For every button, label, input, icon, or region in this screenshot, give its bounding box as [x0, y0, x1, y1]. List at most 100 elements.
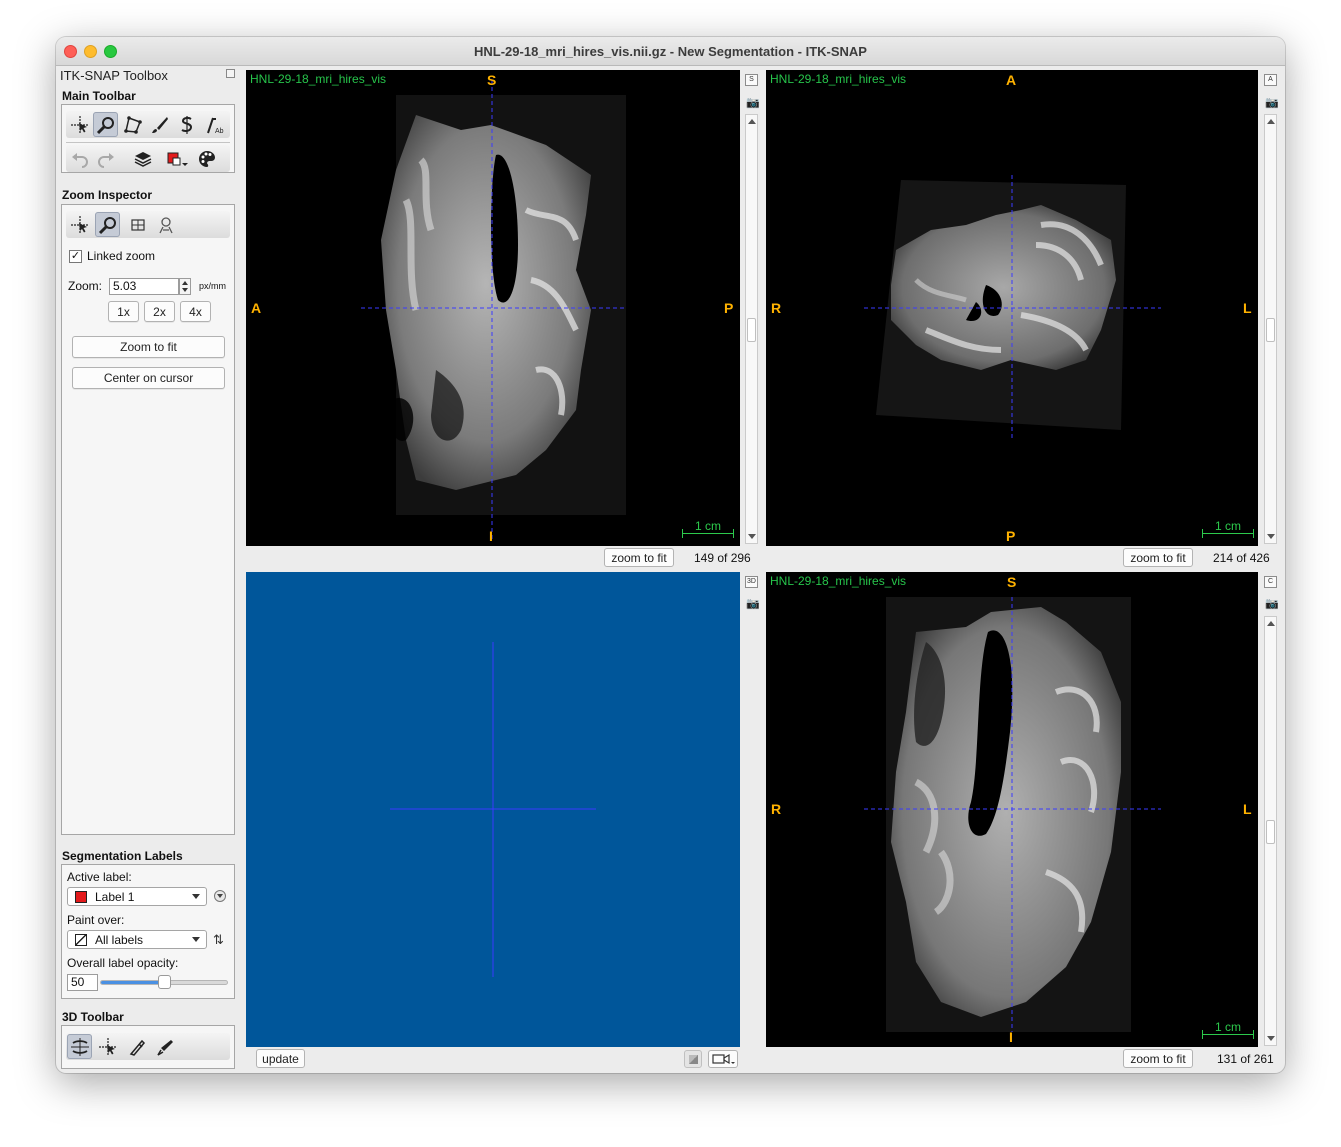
render-3d-update-button[interactable]: update [256, 1049, 305, 1068]
sagittal-camera-icon[interactable]: 📷 [746, 98, 760, 109]
scroll-up-icon[interactable] [748, 119, 756, 124]
snake-tool-icon[interactable] [174, 112, 199, 137]
zoom-value-input[interactable]: 5.03 [109, 278, 179, 295]
chevron-down-icon [192, 894, 200, 899]
crosshair-3d-overlay [390, 642, 596, 977]
stepper-down-icon[interactable] [182, 288, 188, 292]
sagittal-view[interactable]: HNL-29-18_mri_hires_vis S I A P 1 cm [246, 70, 740, 546]
annotation-tool-icon[interactable]: Ab [201, 112, 226, 137]
undo-icon[interactable] [67, 146, 92, 171]
opacity-slider-handle[interactable] [158, 975, 171, 989]
coronal-view[interactable]: HNL-29-18_mri_hires_vis S I R L 1 cm [766, 572, 1258, 1047]
axial-slice-scrollbar[interactable] [1264, 114, 1277, 544]
coronal-slice-image [864, 597, 1161, 1032]
coronal-camera-icon[interactable]: 📷 [1265, 599, 1279, 610]
sagittal-zoom-to-fit-button[interactable]: zoom to fit [604, 548, 674, 567]
crosshair-mode-icon[interactable] [67, 212, 92, 237]
all-labels-swatch [75, 934, 87, 946]
linked-zoom-label: Linked zoom [87, 249, 156, 263]
scroll-down-icon[interactable] [1267, 1036, 1275, 1041]
itk-snap-window: HNL-29-18_mri_hires_vis.nii.gz - New Seg… [56, 37, 1285, 1073]
coronal-slice-scrollbar[interactable] [1264, 616, 1277, 1046]
render-3d-camera-icon[interactable]: 📷 [746, 599, 760, 610]
paint-over-value: All labels [95, 933, 144, 947]
sagittal-view-mode-button[interactable]: S [745, 74, 758, 86]
axial-scale-label: 1 cm [1214, 519, 1241, 533]
sagittal-layer-name: HNL-29-18_mri_hires_vis [250, 72, 387, 86]
axial-view[interactable]: HNL-29-18_mri_hires_vis A P R L 1 cm [766, 70, 1258, 546]
layout-grid-icon[interactable] [125, 212, 150, 237]
render-3d-camera-menu[interactable] [708, 1050, 738, 1068]
polygon-tool-icon[interactable] [120, 112, 145, 137]
axial-orient-top: A [1006, 72, 1017, 88]
opacity-value-input[interactable]: 50 [67, 974, 98, 991]
rotate-3d-icon[interactable] [67, 1034, 92, 1059]
paint-over-dropdown[interactable]: All labels [67, 930, 207, 949]
scalpel-icon[interactable] [124, 1034, 149, 1059]
render-3d-view[interactable] [246, 572, 740, 1047]
sagittal-slice-scrollbar[interactable] [745, 114, 758, 544]
scroll-up-icon[interactable] [1267, 621, 1275, 626]
window-title: HNL-29-18_mri_hires_vis.nii.gz - New Seg… [474, 44, 867, 59]
axial-scale-bar: 1 cm [1202, 519, 1254, 539]
layers-icon[interactable] [130, 146, 155, 171]
active-label-value: Label 1 [95, 890, 135, 904]
axial-orient-right: L [1243, 300, 1252, 316]
axial-slice-number: 214 of 426 [1213, 551, 1270, 565]
label-swatch [75, 891, 87, 903]
linked-zoom-checkbox[interactable]: ✓ [69, 250, 82, 263]
zoom-mode-icon[interactable] [95, 212, 120, 237]
active-label-dropdown[interactable]: Label 1 [67, 887, 207, 906]
coronal-side-controls: C 📷 [1264, 574, 1279, 1049]
axial-side-controls: A 📷 [1264, 72, 1279, 548]
render-3d-display-icon[interactable] [684, 1050, 702, 1068]
label-color-icon[interactable] [164, 146, 189, 171]
sagittal-scale-bar: 1 cm [682, 519, 734, 539]
palette-icon[interactable] [194, 146, 219, 171]
coronal-orient-left: R [771, 801, 782, 817]
swap-labels-icon[interactable]: ⇅ [213, 932, 224, 948]
toolbar-3d-panel [61, 1025, 235, 1069]
main-actions-row [66, 145, 230, 172]
axial-orient-left: R [771, 300, 782, 316]
display-mode-glyph [689, 1055, 698, 1064]
scroll-down-icon[interactable] [1267, 534, 1275, 539]
toolbox-title: ITK-SNAP Toolbox [60, 68, 168, 83]
axial-scroll-thumb[interactable] [1266, 318, 1275, 342]
zoom-unit-label: px/mm [199, 281, 226, 291]
toolbar-3d-row [66, 1033, 230, 1060]
center-on-cursor-button[interactable]: Center on cursor [72, 367, 225, 389]
scroll-up-icon[interactable] [1267, 119, 1275, 124]
zoom-to-fit-button[interactable]: Zoom to fit [72, 336, 225, 358]
stepper-up-icon[interactable] [182, 281, 188, 285]
sagittal-orient-bottom: I [489, 528, 493, 544]
coronal-view-mode-button[interactable]: C [1264, 576, 1277, 588]
opacity-slider-fill [101, 981, 164, 984]
zoom-4x-button[interactable]: 4x [180, 301, 211, 322]
opacity-caption: Overall label opacity: [67, 956, 179, 970]
zoom-tool-icon[interactable] [93, 112, 118, 137]
crosshair-3d-icon[interactable] [95, 1034, 120, 1059]
float-panel-button[interactable] [226, 69, 235, 78]
axial-camera-icon[interactable]: 📷 [1265, 98, 1279, 109]
sagittal-scroll-thumb[interactable] [747, 318, 756, 342]
render-3d-view-mode-button[interactable]: 3D [745, 576, 758, 588]
axial-view-mode-button[interactable]: A [1264, 74, 1277, 86]
zoom-1x-button[interactable]: 1x [108, 301, 139, 322]
segmentation-labels-panel: Active label: Label 1 Paint over: All la… [61, 864, 235, 999]
spray-paint-icon[interactable] [153, 1034, 178, 1059]
active-label-caption: Active label: [67, 870, 132, 884]
toolbar-separator [66, 142, 230, 143]
redo-icon[interactable] [93, 146, 118, 171]
paintbrush-tool-icon[interactable] [147, 112, 172, 137]
scroll-down-icon[interactable] [748, 534, 756, 539]
axial-zoom-to-fit-button[interactable]: zoom to fit [1123, 548, 1193, 567]
coronal-scroll-thumb[interactable] [1266, 820, 1275, 844]
zoom-inspector-tools [66, 211, 230, 238]
label-options-icon[interactable] [214, 890, 226, 902]
coronal-zoom-to-fit-button[interactable]: zoom to fit [1123, 1049, 1193, 1068]
zoom-stepper[interactable] [179, 278, 191, 295]
crosshair-tool-icon[interactable] [67, 112, 92, 137]
zoom-2x-button[interactable]: 2x [144, 301, 175, 322]
screenshot-settings-icon[interactable] [153, 212, 178, 237]
